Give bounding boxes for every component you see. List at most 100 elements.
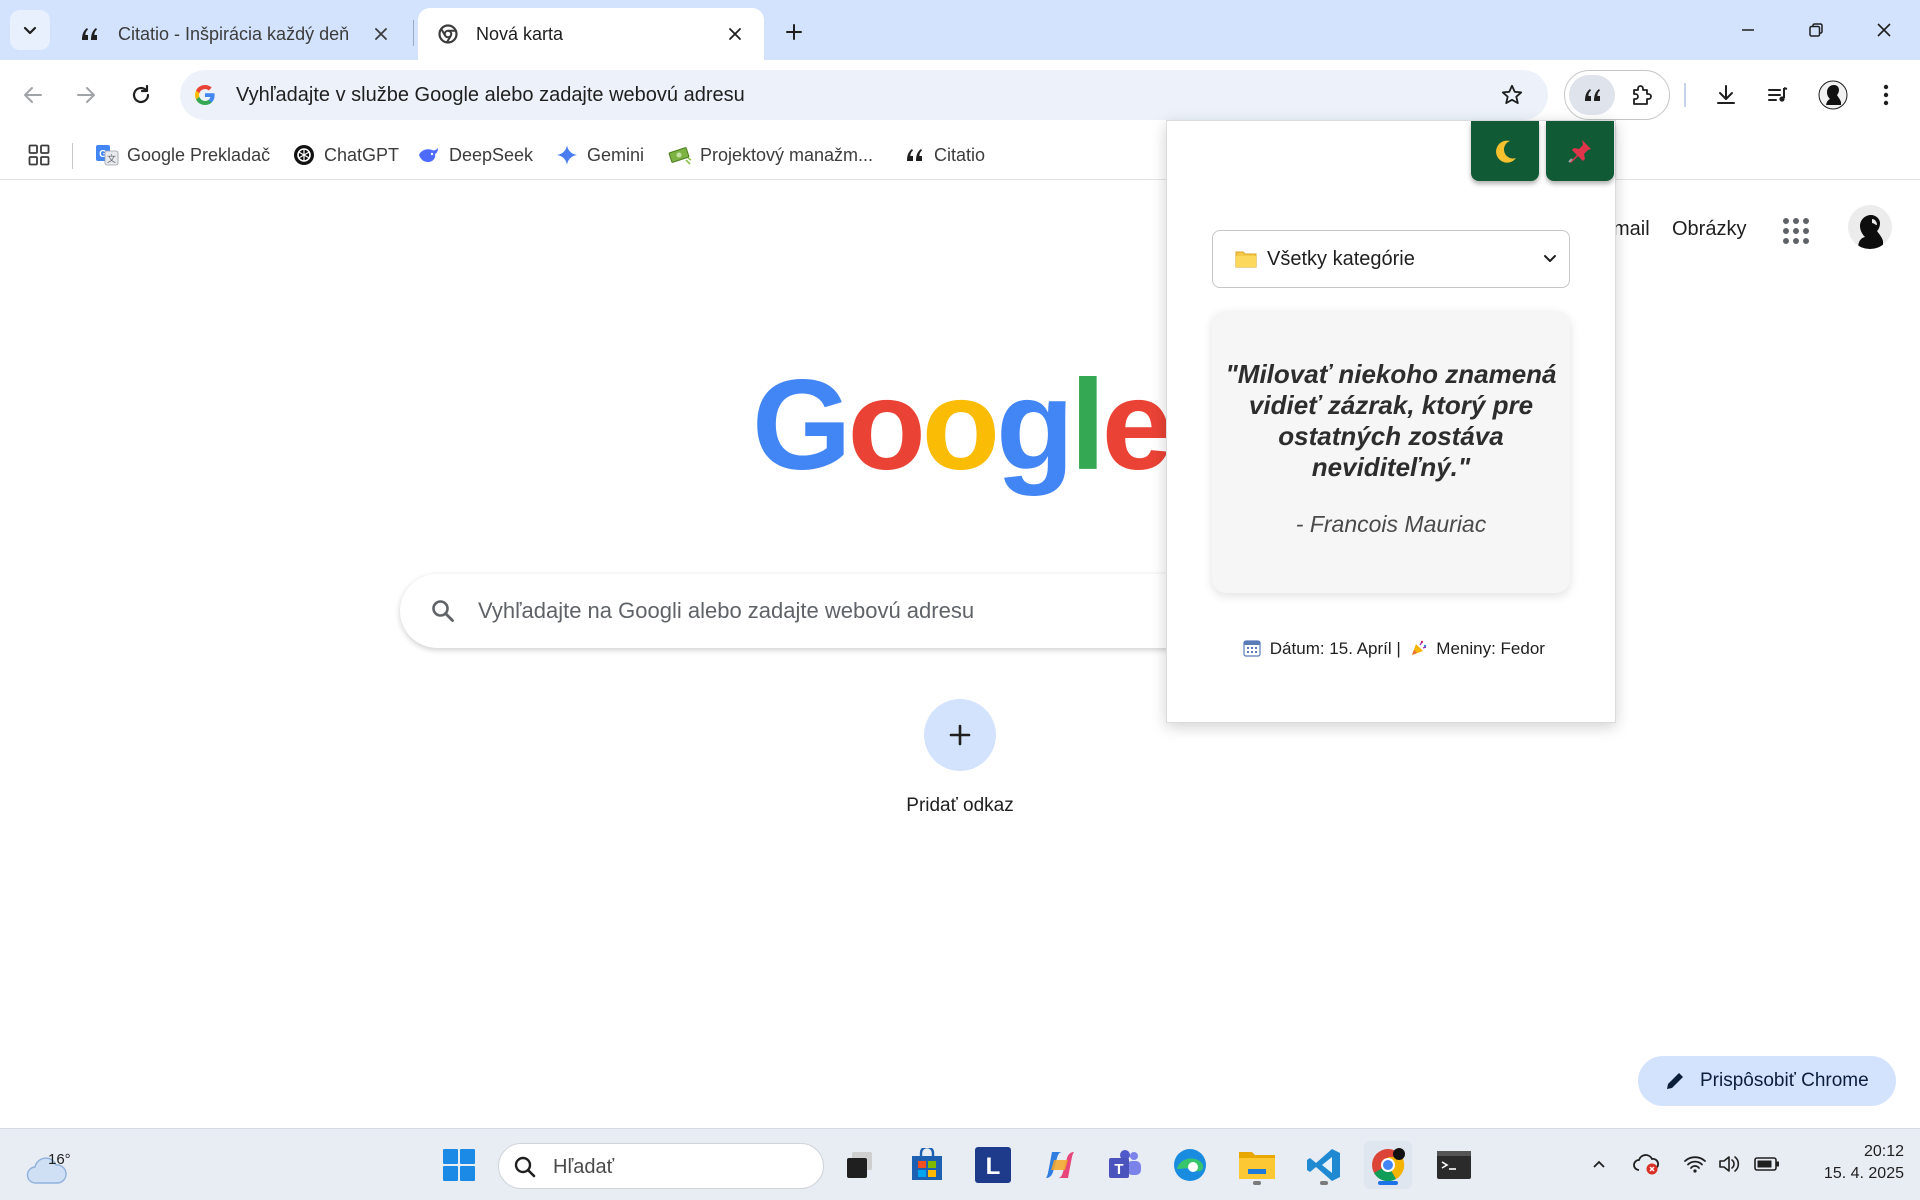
extensions-button[interactable] [1619, 75, 1665, 115]
pin-button[interactable] [1546, 121, 1614, 181]
system-clock[interactable]: 20:12 15. 4. 2025 [1796, 1141, 1904, 1185]
terminal-app[interactable] [1430, 1141, 1478, 1189]
svg-text:文: 文 [107, 153, 116, 165]
bookmarks-divider [72, 143, 73, 169]
downloads-button[interactable] [1702, 71, 1750, 119]
l-app[interactable]: L [969, 1141, 1017, 1189]
google-apps-button[interactable] [1780, 215, 1812, 247]
dark-mode-button[interactable] [1471, 121, 1539, 181]
tab-strip: Citatio - Inšpirácia každý deň Nová kart… [0, 0, 1920, 60]
menu-button[interactable] [1862, 71, 1910, 119]
volume-status[interactable] [1712, 1147, 1746, 1181]
wifi-status[interactable] [1678, 1147, 1712, 1181]
close-window-button[interactable] [1860, 6, 1908, 54]
browser-toolbar: Vyhľadajte v službe Google alebo zadajte… [0, 60, 1920, 130]
google-translate-icon: G文 [95, 143, 119, 167]
date-text: Dátum: 15. Apríl | [1269, 639, 1401, 658]
bookmark-gemini[interactable]: Gemini [555, 138, 644, 172]
add-shortcut-button[interactable] [924, 699, 996, 771]
images-link[interactable]: Obrázky [1672, 218, 1746, 241]
restore-icon [1809, 23, 1823, 37]
start-button[interactable] [435, 1141, 483, 1189]
tab-citatio[interactable]: Citatio - Inšpirácia každý deň [60, 8, 410, 60]
onedrive-status[interactable] [1630, 1147, 1664, 1181]
show-hidden-icons-button[interactable] [1582, 1147, 1616, 1181]
reload-button[interactable] [117, 71, 165, 119]
minimize-icon [1742, 29, 1754, 31]
tab-new-tab[interactable]: Nová karta [418, 8, 764, 60]
media-controls-button[interactable] [1754, 71, 1802, 119]
file-explorer-app[interactable] [1233, 1141, 1281, 1189]
quote-icon [1585, 89, 1600, 101]
active-indicator [1378, 1181, 1398, 1185]
edge-icon [1174, 1149, 1206, 1181]
avatar-icon [1848, 205, 1892, 249]
bookmark-label: Gemini [587, 144, 645, 165]
more-vertical-icon [1883, 84, 1889, 106]
quote-icon [80, 23, 106, 45]
apps-shortcut[interactable] [24, 140, 54, 170]
bookmark-chatgpt[interactable]: ChatGPT [292, 138, 399, 172]
running-indicator [1320, 1181, 1328, 1185]
account-avatar[interactable] [1848, 205, 1892, 249]
taskbar-search-placeholder: Hľadať [553, 1156, 615, 1178]
tab-search-button[interactable] [10, 10, 50, 50]
gmail-link[interactable]: mail [1613, 218, 1650, 241]
search-icon [514, 1156, 536, 1178]
restore-button[interactable] [1792, 6, 1840, 54]
extensions-group [1564, 70, 1670, 120]
taskbar-search[interactable]: Hľadať [498, 1143, 824, 1189]
battery-status[interactable] [1750, 1147, 1784, 1181]
taskbar: 16° Hľadať L T 20:12 15. 4. 2025 [0, 1128, 1920, 1200]
music-queue-icon [1768, 87, 1788, 102]
tab-title: Citatio - Inšpirácia každý deň [118, 23, 350, 44]
new-tab-button[interactable] [776, 14, 812, 50]
bookmark-label: ChatGPT [324, 144, 400, 165]
profile-avatar[interactable] [1809, 71, 1857, 119]
forward-button[interactable] [62, 71, 110, 119]
google-g-icon [192, 82, 218, 108]
back-button[interactable] [9, 71, 57, 119]
pushpin-icon [1568, 140, 1591, 163]
customize-chrome-button[interactable]: Prispôsobiť Chrome [1638, 1056, 1896, 1106]
task-view-button[interactable] [836, 1141, 884, 1189]
bookmark-label: DeepSeek [449, 144, 534, 165]
clock-time: 20:12 [1863, 1143, 1904, 1160]
battery-icon [1754, 1157, 1779, 1171]
quote-icon [902, 143, 926, 167]
wifi-icon [1684, 1156, 1706, 1173]
quote-text: "Milovať niekoho znamená vidieť zázrak, … [1225, 359, 1557, 482]
bookmark-citatio[interactable]: Citatio [902, 138, 985, 172]
copilot-app[interactable] [1036, 1141, 1084, 1189]
vscode-app[interactable] [1300, 1141, 1348, 1189]
quote-card: "Milovať niekoho znamená vidieť zázrak, … [1212, 311, 1570, 593]
bookmark-google-translate[interactable]: G文 Google Prekladač [95, 138, 270, 172]
bookmark-label: Projektový manažm... [700, 144, 874, 165]
search-placeholder: Vyhľadajte na Googli alebo zadajte webov… [478, 598, 975, 623]
moon-icon [1496, 140, 1516, 163]
minimize-button[interactable] [1724, 6, 1772, 54]
customize-label: Prispôsobiť Chrome [1700, 1070, 1869, 1091]
chrome-app[interactable] [1364, 1141, 1412, 1189]
microsoft-store-app[interactable] [903, 1141, 951, 1189]
folder-icon [1235, 251, 1257, 268]
weather-widget[interactable]: 16° [26, 1139, 82, 1191]
address-bar[interactable]: Vyhľadajte v službe Google alebo zadajte… [180, 70, 1548, 120]
bookmark-star-icon[interactable] [1498, 81, 1526, 109]
bookmark-project-management[interactable]: Projektový manažm... [668, 138, 873, 172]
chevron-down-icon [1544, 255, 1556, 262]
toolbar-divider [1684, 83, 1686, 107]
citatio-extension-button[interactable] [1569, 75, 1615, 115]
teams-app[interactable]: T [1101, 1141, 1149, 1189]
close-tab-icon[interactable] [368, 21, 394, 47]
google-logo: Google [752, 363, 1172, 503]
address-bar-placeholder: Vyhľadajte v službe Google alebo zadajte… [236, 84, 745, 106]
edge-app[interactable] [1166, 1141, 1214, 1189]
category-select[interactable]: Všetky kategórie [1212, 230, 1570, 288]
teams-icon: T [1109, 1150, 1141, 1178]
close-tab-icon[interactable] [722, 21, 748, 47]
windows-logo-icon [443, 1149, 475, 1181]
arrow-left-icon [24, 87, 42, 103]
apps-grid-icon [28, 144, 50, 166]
bookmark-deepseek[interactable]: DeepSeek [417, 138, 533, 172]
